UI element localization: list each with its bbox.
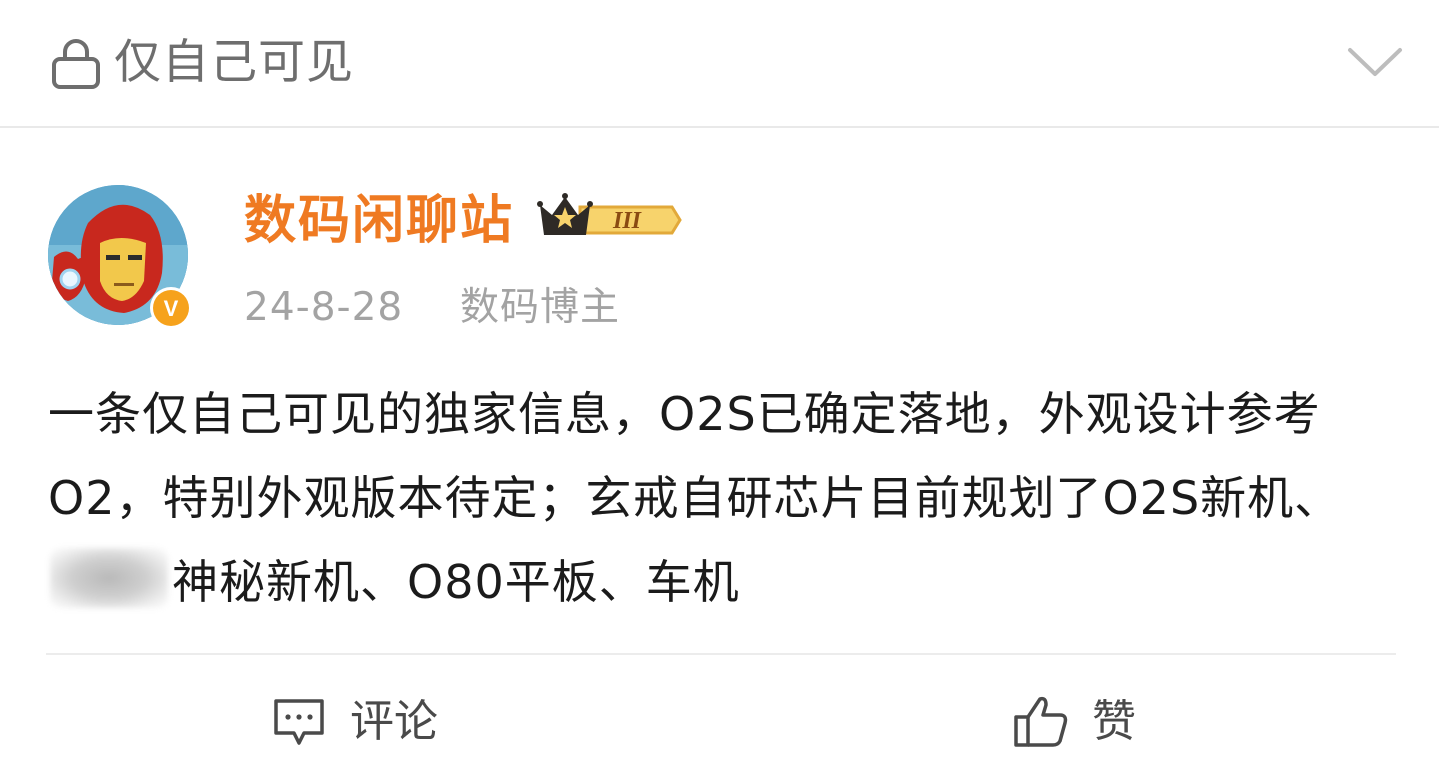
lock-icon bbox=[52, 39, 100, 89]
chevron-down-icon[interactable] bbox=[1344, 40, 1406, 80]
blurred-redaction bbox=[50, 548, 168, 608]
avatar[interactable]: V bbox=[48, 185, 194, 331]
author-name[interactable]: 数码闲聊站 bbox=[244, 186, 514, 256]
thumbs-up-icon bbox=[1014, 696, 1068, 747]
weibo-post-screen: 仅自己可见 V 数码闲聊站 III 24-8-28 数码博主 一条仅自己可见的独… bbox=[0, 0, 1439, 784]
author-tag: 数码博主 bbox=[460, 285, 621, 330]
post-content: 一条仅自己可见的独家信息，O2S已确定落地，外观设计参考O2，特别外观版本待定；… bbox=[48, 372, 1408, 624]
post-date: 24-8-28 bbox=[244, 285, 404, 330]
comment-label: 评论 bbox=[350, 696, 438, 747]
post-text-part2: 神秘新机、O80平板、车机 bbox=[172, 555, 740, 609]
vip-crown-badge-icon[interactable]: III bbox=[536, 191, 682, 249]
like-label: 赞 bbox=[1092, 696, 1136, 747]
privacy-header[interactable]: 仅自己可见 bbox=[0, 0, 1439, 128]
vip-level: III bbox=[612, 208, 643, 234]
like-button[interactable]: 赞 bbox=[1012, 690, 1136, 754]
privacy-label: 仅自己可见 bbox=[114, 35, 354, 90]
verified-mark: V bbox=[164, 296, 179, 321]
post-text-part1: 一条仅自己可见的独家信息，O2S已确定落地，外观设计参考O2，特别外观版本待定；… bbox=[48, 387, 1342, 525]
comment-icon bbox=[274, 699, 324, 745]
divider bbox=[46, 653, 1396, 655]
comment-button[interactable]: 评论 bbox=[270, 690, 438, 754]
verified-badge-icon: V bbox=[150, 287, 192, 329]
